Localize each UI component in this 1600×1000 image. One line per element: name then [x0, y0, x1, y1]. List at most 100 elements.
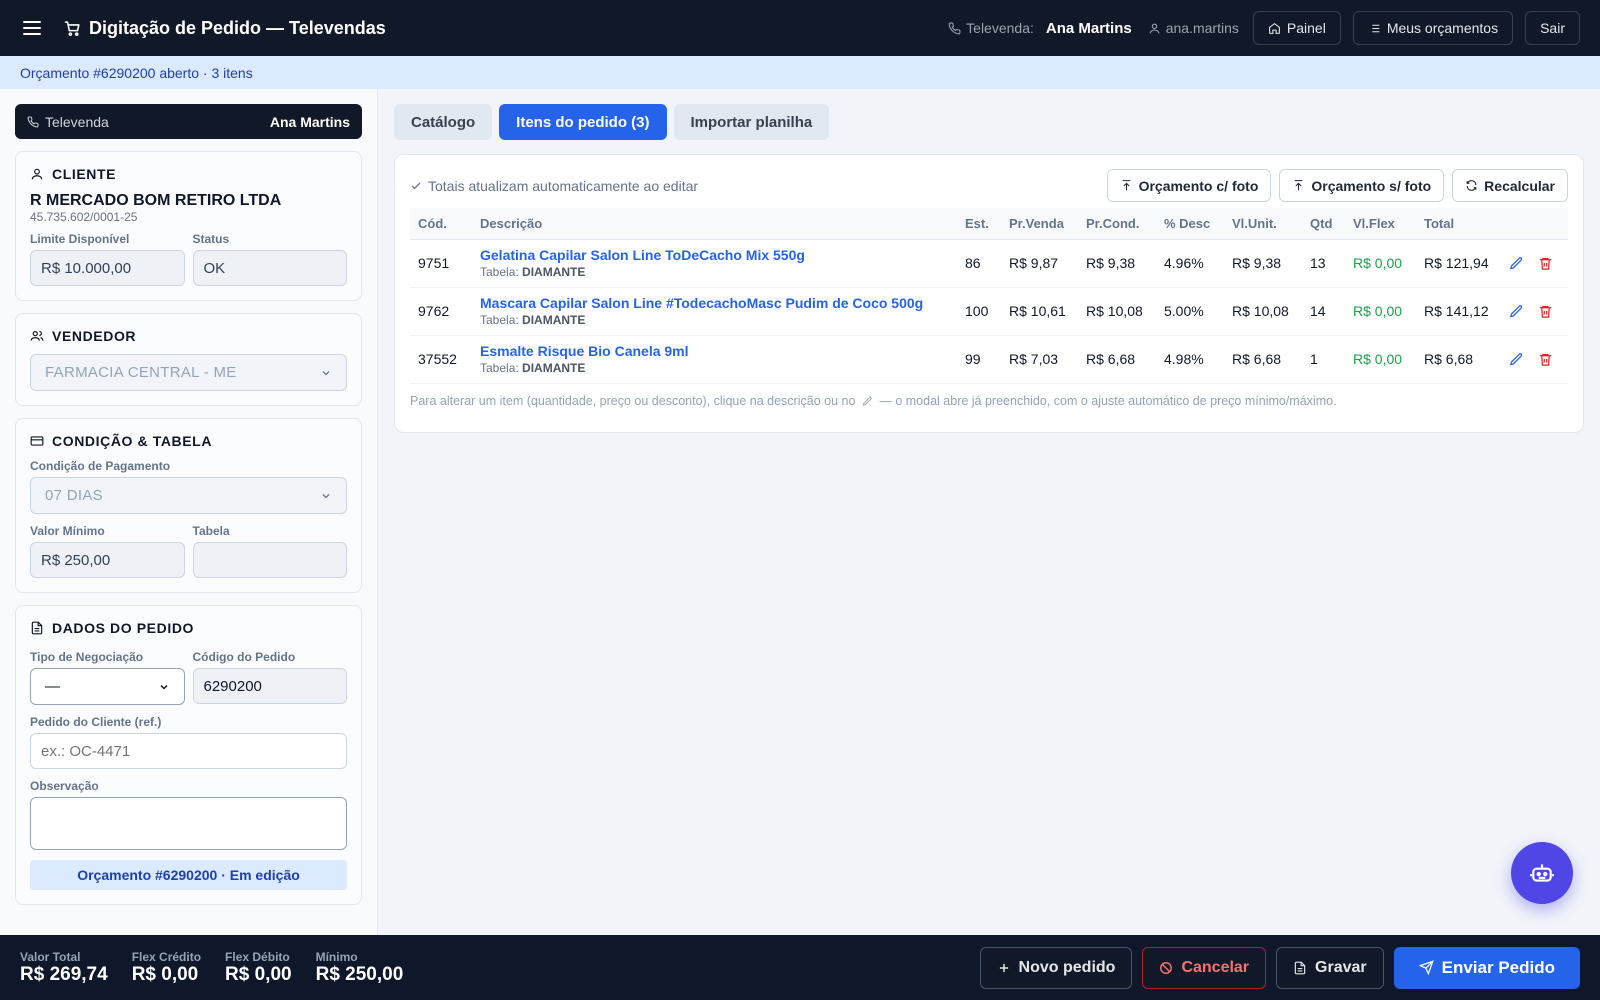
item-tabela: Tabela: DIAMANTE: [480, 361, 585, 375]
ban-icon: [1159, 961, 1173, 975]
chevron-down-icon: [320, 367, 332, 379]
stat-minimo: Mínimo R$ 250,00: [316, 950, 404, 986]
stat-label: Flex Débito: [225, 949, 290, 964]
upload-icon: [1120, 179, 1133, 192]
phone-icon: [948, 22, 961, 35]
edit-icon[interactable]: [1509, 256, 1524, 271]
televenda-name: Ana Martins: [1045, 19, 1132, 37]
tab-catalogo[interactable]: Catálogo: [394, 104, 493, 140]
col-pr-venda: Pr.Venda: [1001, 208, 1078, 240]
col-pr-cond: Pr.Cond.: [1078, 208, 1156, 240]
limite-label: Limite Disponível: [30, 232, 130, 246]
cell-qtd: 13: [1302, 239, 1345, 288]
cell-pr-venda: R$ 10,61: [1001, 287, 1078, 336]
codigo-label: Código do Pedido: [192, 650, 296, 664]
vendedor-title: VENDEDOR: [52, 328, 137, 344]
tab-itens-pedido[interactable]: Itens do pedido (3): [499, 104, 667, 140]
cell-est: 86: [957, 239, 1001, 288]
televenda-indicator: Televenda:: [948, 20, 1034, 36]
send-icon: [1418, 960, 1434, 975]
auto-update-note: Totais atualizam automaticamente ao edit…: [410, 178, 698, 194]
tab-importar-planilha[interactable]: Importar planilha: [673, 104, 830, 140]
enviar-pedido-label: Enviar Pedido: [1441, 957, 1555, 977]
sair-button[interactable]: Sair: [1525, 11, 1580, 45]
edit-icon[interactable]: [1509, 304, 1524, 319]
app-title: Digitação de Pedido — Televendas: [64, 18, 386, 39]
main-content: Catálogo Itens do pedido (3) Importar pl…: [378, 89, 1600, 935]
cell-vl-flex: R$ 0,00: [1345, 239, 1416, 288]
painel-label: Painel: [1286, 20, 1326, 36]
tabela-value: DIAMANTE: [522, 265, 586, 279]
cancelar-button[interactable]: Cancelar: [1142, 946, 1267, 989]
client-name: R MERCADO BOM RETIRO LTDA: [30, 192, 282, 209]
cliente-title: CLIENTE: [52, 166, 117, 182]
item-description-link[interactable]: Mascara Capilar Salon Line #TodecachoMas…: [480, 295, 949, 311]
item-description-link[interactable]: Gelatina Capilar Salon Line ToDeCacho Mi…: [480, 247, 949, 263]
tipo-selected: —: [45, 678, 61, 695]
cell-pr-cond: R$ 10,08: [1078, 287, 1156, 336]
painel-button[interactable]: Painel: [1252, 11, 1341, 45]
televenda-card-label: Televenda: [45, 113, 109, 130]
trash-icon[interactable]: [1538, 256, 1553, 271]
pagamento-select[interactable]: 07 DIAS: [30, 477, 347, 514]
trash-icon[interactable]: [1538, 352, 1553, 367]
sidebar: Televenda Ana Martins CLIENTE R MERCADO …: [0, 89, 378, 935]
novo-pedido-button[interactable]: Novo pedido: [979, 946, 1133, 989]
codigo-pedido-field: 6290200: [192, 668, 347, 704]
orcamento-com-foto-button[interactable]: Orçamento c/ foto: [1106, 169, 1272, 202]
cell-total: R$ 121,94: [1416, 239, 1501, 288]
meus-orcamentos-button[interactable]: Meus orçamentos: [1352, 11, 1514, 45]
vendedor-select[interactable]: FARMACIA CENTRAL - ME: [30, 354, 347, 391]
phone-icon: [27, 115, 39, 128]
tabela-prefix: Tabela:: [480, 313, 519, 327]
check-icon: [410, 180, 422, 192]
edit-icon[interactable]: [1509, 352, 1524, 367]
item-description-link[interactable]: Esmalte Risque Bio Canela 9ml: [480, 343, 949, 359]
recalcular-button[interactable]: Recalcular: [1452, 169, 1568, 202]
footer-bar: Valor Total R$ 269,74 Flex Crédito R$ 0,…: [0, 935, 1600, 1000]
gravar-label: Gravar: [1315, 958, 1367, 976]
menu-icon[interactable]: [20, 16, 44, 40]
cell-est: 100: [957, 287, 1001, 336]
cell-vl-unit: R$ 6,68: [1224, 335, 1302, 384]
items-table: Cód. Descrição Est. Pr.Venda Pr.Cond. % …: [410, 208, 1568, 384]
orcamento-sem-foto-button[interactable]: Orçamento s/ foto: [1279, 169, 1445, 202]
condicao-title: CONDIÇÃO & TABELA: [52, 433, 213, 449]
assistant-fab-button[interactable]: [1511, 842, 1573, 904]
pagamento-label: Condição de Pagamento: [30, 459, 171, 473]
tipo-negociacao-select[interactable]: —: [30, 668, 185, 705]
cell-pr-cond: R$ 6,68: [1078, 335, 1156, 384]
gravar-button[interactable]: Gravar: [1276, 946, 1384, 989]
cell-vl-unit: R$ 9,38: [1224, 239, 1302, 288]
order-info-bar: Orçamento #6290200 aberto · 3 itens: [0, 56, 1600, 89]
edit-hint: Para alterar um item (quantidade, preço …: [410, 394, 1568, 408]
file-icon: [1293, 961, 1307, 975]
document-icon: [30, 621, 44, 635]
trash-icon[interactable]: [1538, 304, 1553, 319]
televenda-label: Televenda:: [966, 20, 1034, 36]
tabela-value: DIAMANTE: [522, 313, 586, 327]
limite-field: R$ 10.000,00: [30, 250, 185, 286]
observacao-textarea[interactable]: [30, 797, 347, 850]
minimo-field: R$ 250,00: [30, 542, 185, 578]
stat-value: R$ 0,00: [131, 963, 199, 985]
top-bar: Digitação de Pedido — Televendas Televen…: [0, 0, 1600, 56]
app-title-text: Digitação de Pedido — Televendas: [89, 17, 386, 38]
pedido-cliente-input[interactable]: [30, 733, 347, 769]
cell-actions: [1501, 239, 1568, 288]
televenda-card-name: Ana Martins: [269, 113, 350, 130]
cell-descricao: Gelatina Capilar Salon Line ToDeCacho Mi…: [472, 239, 957, 288]
users-icon: [30, 329, 44, 343]
enviar-pedido-button[interactable]: Enviar Pedido: [1393, 946, 1580, 989]
user-login: ana.martins: [1148, 20, 1239, 36]
cell-qtd: 1: [1302, 335, 1345, 384]
tabela-value: DIAMANTE: [522, 361, 586, 375]
stat-flex-debito: Flex Débito R$ 0,00: [225, 950, 292, 986]
cell-qtd: 14: [1302, 287, 1345, 336]
cell-pr-cond: R$ 9,38: [1078, 239, 1156, 288]
tabs: Catálogo Itens do pedido (3) Importar pl…: [394, 104, 1584, 140]
stat-label: Flex Crédito: [131, 949, 202, 964]
client-cnpj: 45.735.602/0001-25: [30, 210, 138, 224]
tabela-field: [192, 542, 347, 578]
edit-hint-before: Para alterar um item (quantidade, preço …: [410, 393, 856, 408]
